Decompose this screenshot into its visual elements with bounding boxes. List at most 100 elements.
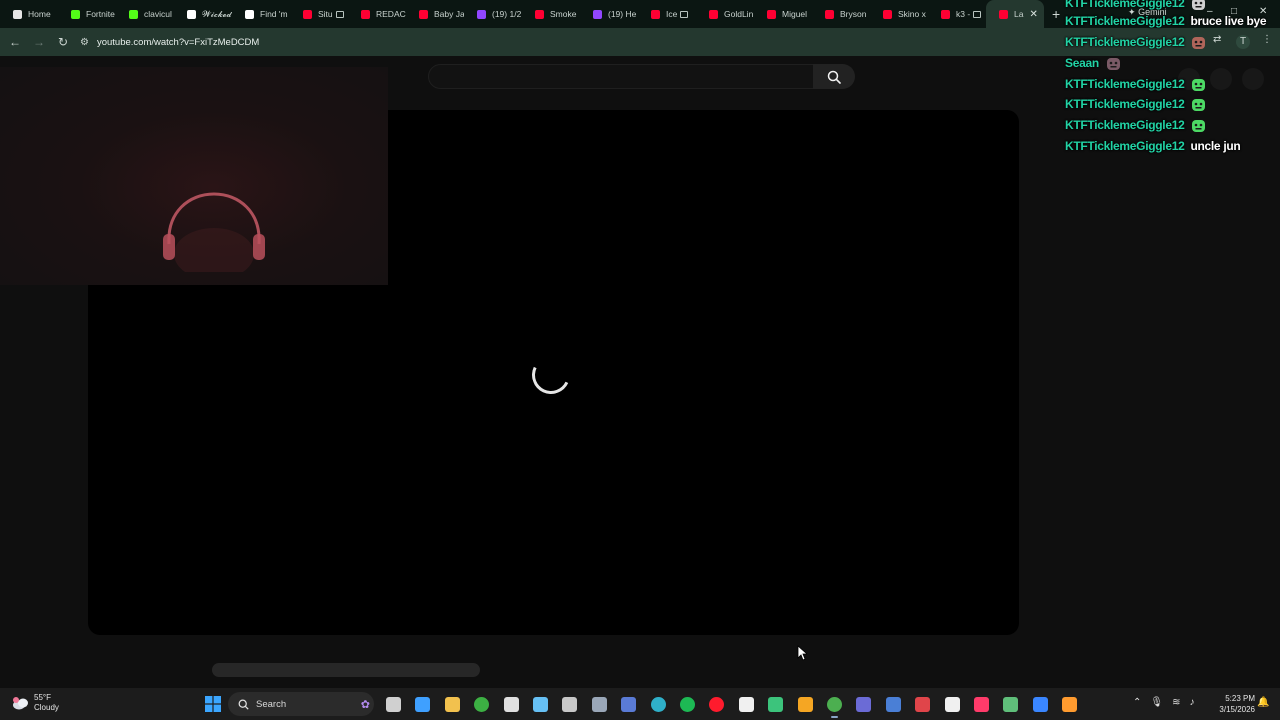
- webcam-icon[interactable]: [1003, 697, 1019, 712]
- twitch-icon: [477, 9, 486, 19]
- game-icon[interactable]: [1062, 697, 1078, 712]
- browser-tab[interactable]: GoldLin: [696, 0, 754, 28]
- reload-button[interactable]: ↻: [51, 35, 75, 49]
- twitch-icon: [593, 9, 602, 19]
- tiktok-icon[interactable]: [974, 697, 989, 712]
- wifi-icon[interactable]: ≋: [1172, 697, 1180, 708]
- menu-icon[interactable]: ⋮: [1262, 34, 1272, 45]
- vscode-icon[interactable]: [885, 697, 901, 712]
- system-tray: ⌃ 🎙 ≋ ♪: [1133, 697, 1194, 708]
- arrow-left-icon: ←: [9, 35, 21, 49]
- address-bar[interactable]: ⚙ youtube.com/watch?v=FxiTzMeDCDM: [80, 32, 1060, 52]
- volume-icon[interactable]: ♪: [1189, 697, 1194, 708]
- chat-username: Seaan: [1065, 56, 1099, 70]
- tab-title: Fortnite: [86, 9, 115, 19]
- tab-title: (19) 1/2: [492, 9, 522, 19]
- clock-date: 3/15/2026: [1219, 705, 1255, 714]
- browser-tab[interactable]: Baby Ja: [406, 0, 464, 28]
- youtube-icon: [419, 9, 428, 19]
- weather-widget[interactable]: 55°F Cloudy: [12, 693, 59, 713]
- forward-button[interactable]: →: [27, 35, 51, 49]
- x-icon: [13, 9, 22, 19]
- chat-text: uncle jun: [1190, 139, 1241, 153]
- tab-media-icon: [335, 10, 344, 18]
- browser-tab[interactable]: (19) He: [580, 0, 638, 28]
- steam-icon[interactable]: [533, 697, 548, 712]
- browser-tab[interactable]: Smoke: [522, 0, 580, 28]
- youtube-icon: [767, 9, 776, 19]
- chevron-up-icon[interactable]: ⌃: [1133, 697, 1141, 708]
- browser-tab[interactable]: k3 -: [928, 0, 986, 28]
- browser-tab[interactable]: Ice: [638, 0, 696, 28]
- tab-title: k3 -: [956, 9, 971, 19]
- tab-media-icon: [973, 10, 982, 18]
- chrome-icon[interactable]: [827, 697, 842, 718]
- tab-title: (19) He: [608, 9, 637, 19]
- tab-title: Miguel: [782, 9, 808, 19]
- back-button[interactable]: ←: [3, 35, 27, 49]
- windows-start-icon[interactable]: [205, 696, 221, 712]
- edge-icon[interactable]: [650, 697, 666, 712]
- reload-icon: ↻: [57, 35, 69, 49]
- site-info-icon[interactable]: ⚙: [80, 37, 89, 48]
- chat-message: KTFTicklemeGiggle12 uncle jun: [1065, 136, 1241, 156]
- chat-username: KTFTicklemeGiggle12: [1065, 0, 1185, 10]
- discord-icon[interactable]: [768, 697, 784, 712]
- spotify-icon[interactable]: [680, 697, 695, 712]
- search-highlight-icon: ✿: [360, 698, 370, 711]
- notes-icon[interactable]: [856, 697, 872, 712]
- youtube-icon: [303, 9, 312, 19]
- close-tab-button[interactable]: ✕: [1029, 9, 1037, 20]
- browser-tab[interactable]: Bryson: [812, 0, 870, 28]
- tab-title: Baby Ja: [434, 9, 464, 19]
- browser-tab[interactable]: Fortnite: [58, 0, 116, 28]
- browser-tab[interactable]: (19) 1/2: [464, 0, 522, 28]
- profile-avatar[interactable]: T: [1236, 35, 1250, 49]
- taskbar-search[interactable]: Search ✿: [228, 692, 374, 716]
- browser-tab[interactable]: Find 'm: [232, 0, 290, 28]
- tiktok-icon: [187, 9, 196, 19]
- youtube-icon: [535, 9, 544, 19]
- settings-icon[interactable]: [591, 697, 607, 712]
- new-tab-button[interactable]: +: [1052, 6, 1060, 22]
- bluestacks-icon[interactable]: [1032, 697, 1048, 712]
- notifications-button-placeholder[interactable]: [1210, 68, 1232, 90]
- browser-tab[interactable]: Home: [0, 0, 58, 28]
- copilot-icon[interactable]: [415, 697, 431, 712]
- youtube-icon: [999, 9, 1008, 19]
- browser-tab[interactable]: REDAC: [348, 0, 406, 28]
- messenger-icon[interactable]: [797, 697, 813, 712]
- browser-tab[interactable]: 𝓦𝓲𝓬𝓴𝓮𝓭: [174, 0, 232, 28]
- notification-bell-icon[interactable]: 🔔: [1257, 697, 1269, 708]
- tab-title: Ice: [666, 9, 678, 19]
- xbox-icon[interactable]: [474, 697, 490, 712]
- streamlabs-icon[interactable]: [915, 697, 931, 712]
- capcut-icon[interactable]: [738, 697, 754, 712]
- system-clock[interactable]: 5:23 PM 3/15/2026: [1205, 693, 1255, 715]
- browser-tab[interactable]: Situ: [290, 0, 348, 28]
- capcut-alt-icon[interactable]: [944, 697, 960, 712]
- browser-tab[interactable]: La ✕: [986, 0, 1044, 28]
- extensions-icon[interactable]: ⇄: [1213, 34, 1221, 45]
- microphone-icon[interactable]: 🎙: [1150, 697, 1163, 708]
- youtube-icon: [651, 9, 660, 19]
- tab-title: 𝓦𝓲𝓬𝓴𝓮𝓭: [202, 8, 232, 19]
- obs-icon[interactable]: [562, 697, 578, 712]
- browser-tab[interactable]: clavicul: [116, 0, 174, 28]
- search-input[interactable]: [428, 64, 814, 89]
- opera-icon[interactable]: [709, 697, 725, 712]
- task-view-icon[interactable]: [386, 697, 401, 712]
- search-icon: [238, 699, 249, 710]
- account-button-placeholder[interactable]: [1242, 68, 1264, 90]
- kick-icon: [71, 9, 80, 19]
- browser-tab[interactable]: Skino x: [870, 0, 928, 28]
- epic-games-icon[interactable]: [503, 697, 519, 712]
- chat-message: KTFTicklemeGiggle12: [1065, 115, 1206, 135]
- search-button[interactable]: [813, 64, 855, 89]
- youtube-icon: [941, 9, 950, 19]
- browser-tab[interactable]: Miguel: [754, 0, 812, 28]
- youtube-icon: [709, 9, 718, 19]
- taskbar: 55°F Cloudy Search ✿ ⌃ 🎙 ≋ ♪ 5:23 PM 3/1…: [0, 688, 1280, 720]
- edge-dev-icon[interactable]: [621, 697, 637, 712]
- file-explorer-icon[interactable]: [444, 697, 460, 712]
